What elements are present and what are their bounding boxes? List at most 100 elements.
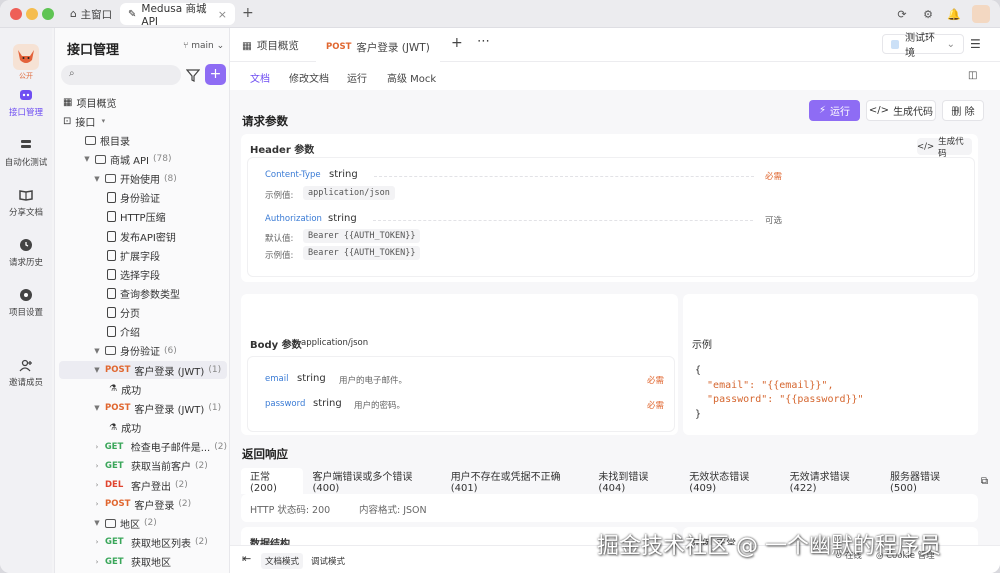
response-meta: HTTP 状态码: 200 内容格式: JSON — [241, 494, 978, 522]
resp-tab-200[interactable]: 正常(200) — [241, 468, 304, 494]
tree-item[interactable]: ▼ 身份验证 (6) — [59, 342, 227, 360]
tree-item[interactable]: ⚗ 成功 — [59, 419, 227, 437]
project-logo-icon[interactable] — [13, 44, 39, 70]
add-tab-icon[interactable]: + — [242, 5, 254, 21]
refresh-icon[interactable]: ⟳ — [894, 6, 910, 22]
tree-item[interactable]: › GET 检查电子邮件是... (2) — [59, 438, 227, 456]
tree-item[interactable]: 分页 — [59, 304, 227, 322]
tree-item-label: 获取当前客户 — [131, 462, 191, 474]
resp-tab-422[interactable]: 无效请求错误(422) — [781, 468, 881, 494]
delete-button[interactable]: 删 除 — [942, 100, 984, 121]
tree-item[interactable]: › GET 获取当前客户 (2) — [59, 457, 227, 475]
example-label: 示例值: — [265, 251, 294, 261]
tab-advanced-mock[interactable]: 高级 Mock — [387, 70, 436, 85]
required-badge: 必需 — [647, 376, 665, 386]
minimize-window-button[interactable] — [26, 8, 38, 20]
tree-item-label: HTTP压缩 — [120, 213, 166, 225]
rail-item-settings[interactable]: 项目设置 — [0, 288, 52, 318]
divider — [373, 220, 753, 221]
chevron-right-icon: › — [95, 481, 99, 489]
folder-icon — [105, 174, 116, 184]
close-tab-icon[interactable]: × — [218, 8, 227, 21]
env-selector[interactable]: 测试环境 ⌄ — [882, 33, 964, 59]
resp-tab-404[interactable]: 未找到错误(404) — [589, 468, 680, 494]
doc-icon — [107, 211, 116, 223]
tab-active-endpoint[interactable]: POST 客户登录 (JWT) — [316, 32, 440, 62]
avatar[interactable] — [972, 5, 990, 23]
tree-item[interactable]: › DEL 客户登出 (2) — [59, 476, 227, 494]
tree-item[interactable]: 发布API密钥 — [59, 227, 227, 245]
method-badge: GET — [105, 556, 124, 567]
resp-tab-400[interactable]: 客户端错误或多个错误(400) — [303, 468, 441, 494]
tree-item[interactable]: 介绍 — [59, 323, 227, 341]
main-tabs: ▦ 项目概览 POST 客户登录 (JWT) + ⋯ 测试环境 ⌄ ☰ — [230, 28, 1000, 62]
tree-item[interactable]: 选择字段 — [59, 265, 227, 283]
branch-selector[interactable]: ⑂ main ⌄ — [183, 41, 224, 51]
tree-item[interactable]: ▦ 项目概览 — [59, 93, 227, 111]
tree-item[interactable]: ⊡ 接口 ▾ — [59, 112, 227, 130]
rail-item-api-management[interactable]: 接口管理 — [0, 88, 52, 118]
panel-toggle-icon[interactable]: ◫ — [968, 70, 977, 81]
param-desc: 用户的电子邮件。 — [339, 376, 408, 386]
tree-item[interactable]: 根目录 — [59, 131, 227, 149]
tree-item[interactable]: › GET 获取地区 — [59, 553, 227, 571]
generate-code-button[interactable]: </> 生成代码 — [866, 100, 936, 121]
tree-item[interactable]: 扩展字段 — [59, 246, 227, 264]
resp-tab-500[interactable]: 服务器错误(500) — [881, 468, 972, 494]
item-count: (1) — [208, 365, 222, 376]
resp-tab-409[interactable]: 无效状态错误(409) — [680, 468, 780, 494]
tree-item-label: 获取地区 — [131, 558, 171, 570]
gear-icon[interactable]: ⚙ — [920, 6, 936, 22]
collapse-icon[interactable]: ⇤ — [242, 552, 251, 565]
tree-item-label: 开始使用 — [120, 175, 160, 187]
tree-item[interactable]: ▼ POST 客户登录 (JWT) (1) — [59, 399, 227, 417]
tab-label: 客户登录 (JWT) — [356, 41, 430, 54]
maximize-window-button[interactable] — [42, 8, 54, 20]
rail-item-history[interactable]: 请求历史 — [0, 238, 52, 268]
search-icon: ⌕ — [69, 68, 75, 79]
tree-item[interactable]: ▼ POST 客户登录 (JWT) (1) — [59, 361, 227, 380]
tab-run[interactable]: 运行 — [347, 70, 367, 85]
tree-item[interactable]: ⚗ 成功 — [59, 380, 227, 398]
rail-item-invite-member[interactable]: 邀请成员 — [0, 358, 52, 388]
item-count: (2) — [195, 460, 208, 471]
filter-icon[interactable] — [186, 68, 200, 82]
required-badge: 必需 — [765, 172, 783, 182]
tree-item[interactable]: › GET 获取地区列表 (2) — [59, 533, 227, 551]
tree-item[interactable]: HTTP压缩 — [59, 208, 227, 226]
body-params-title: Body 参数 — [250, 340, 302, 351]
project-tab[interactable]: ✎ Medusa 商城 API × — [120, 3, 235, 28]
rail-item-automation-test[interactable]: 自动化测试 — [0, 138, 52, 168]
search-input[interactable]: ⌕ — [61, 65, 181, 85]
param-name: Content-Type — [265, 170, 321, 180]
rail-item-share-doc[interactable]: 分享文档 — [0, 188, 52, 218]
more-icon[interactable]: ⋯ — [477, 34, 490, 49]
tree-item[interactable]: 身份验证 — [59, 189, 227, 207]
add-tab-icon[interactable]: + — [451, 35, 463, 51]
home-tab[interactable]: ⌂ 主窗口 — [62, 4, 120, 24]
resp-tab-401[interactable]: 用户不存在或凭据不正确(401) — [442, 468, 590, 494]
header-gen-code-button[interactable]: </> 生成代码 — [917, 137, 972, 159]
run-button[interactable]: ⚡ 运行 — [809, 100, 860, 121]
tab-project-overview[interactable]: ▦ 项目概览 — [242, 38, 299, 53]
env-icon — [891, 39, 900, 49]
tree-item[interactable]: ▼ 开始使用 (8) — [59, 170, 227, 188]
close-window-button[interactable] — [10, 8, 22, 20]
required-badge: 必需 — [647, 401, 665, 411]
menu-icon[interactable]: ☰ — [970, 37, 981, 51]
project-icon: ✎ — [128, 8, 137, 20]
tree-item-label: 接口 — [75, 117, 96, 129]
tree-item[interactable]: › POST 客户登录 (2) — [59, 495, 227, 513]
example-value: Bearer {{AUTH_TOKEN}} — [303, 246, 421, 260]
method-badge: GET — [105, 537, 124, 548]
debug-mode-button[interactable]: 调试模式 — [307, 553, 349, 569]
bell-icon[interactable]: 🔔 — [946, 6, 962, 22]
tab-edit-doc[interactable]: 修改文档 — [289, 70, 329, 85]
main-panel: ▦ 项目概览 POST 客户登录 (JWT) + ⋯ 测试环境 ⌄ ☰ 文档 修… — [230, 28, 1000, 573]
tree-item[interactable]: ▼ 地区 (2) — [59, 514, 227, 532]
add-api-button[interactable]: + — [205, 64, 226, 85]
tree-item[interactable]: 查询参数类型 — [59, 285, 227, 303]
doc-mode-button[interactable]: 文档模式 — [261, 553, 304, 569]
copy-icon[interactable]: ⧉ — [972, 468, 997, 494]
tree-item[interactable]: ▼ 商城 API (78) — [59, 150, 227, 168]
